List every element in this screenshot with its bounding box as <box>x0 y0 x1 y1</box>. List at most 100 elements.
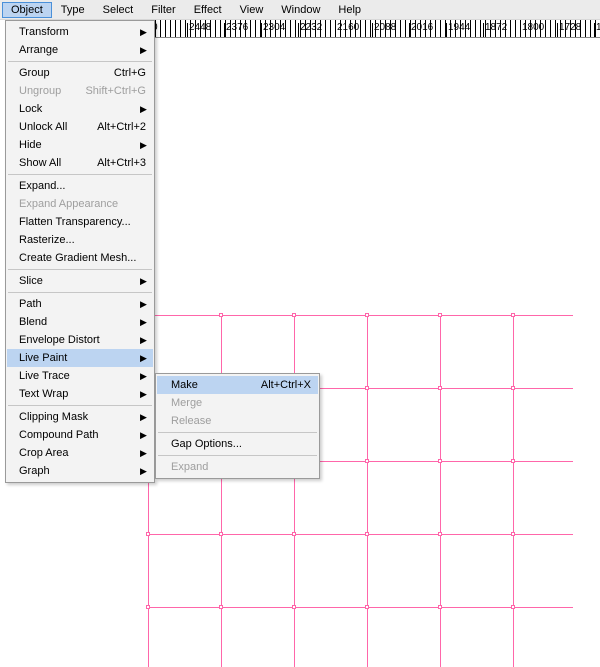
object-menu-item-path[interactable]: Path ▶ <box>7 295 153 313</box>
submenu-arrow-icon: ▶ <box>140 299 146 310</box>
object-menu-item-expand-appearance: Expand Appearance <box>7 195 153 213</box>
menu-item-label: Clipping Mask <box>19 411 135 423</box>
grid-anchor[interactable] <box>438 532 442 536</box>
grid-anchor[interactable] <box>365 532 369 536</box>
object-menu-item-flatten-transparency[interactable]: Flatten Transparency... <box>7 213 153 231</box>
menubar-item-object[interactable]: Object <box>2 2 52 18</box>
object-menu-item-graph[interactable]: Graph▶ <box>7 462 153 480</box>
grid-anchor[interactable] <box>511 532 515 536</box>
grid-anchor[interactable] <box>365 459 369 463</box>
grid-line <box>294 315 295 667</box>
grid-anchor[interactable] <box>219 532 223 536</box>
live-paint-item-gap-options[interactable]: Gap Options... <box>157 435 318 453</box>
menu-item-shortcut: Alt+Ctrl+3 <box>97 157 146 169</box>
grid-anchor[interactable] <box>438 459 442 463</box>
grid-anchor[interactable] <box>219 605 223 609</box>
ruler-label: 2448 <box>189 22 211 33</box>
grid-anchor[interactable] <box>292 605 296 609</box>
grid-anchor[interactable] <box>511 313 515 317</box>
grid-anchor[interactable] <box>511 459 515 463</box>
ruler-label: 2232 <box>300 22 322 33</box>
menu-item-label: Create Gradient Mesh... <box>19 252 146 264</box>
object-menu-item-envelope-distort[interactable]: Envelope Distort▶ <box>7 331 153 349</box>
grid-anchor[interactable] <box>146 532 150 536</box>
object-menu-item-unlock-all[interactable]: Unlock AllAlt+Ctrl+2 <box>7 118 153 136</box>
menu-item-label: Merge <box>171 397 311 409</box>
menu-item-label: Show All <box>19 157 93 169</box>
menubar-item-filter[interactable]: Filter <box>142 2 184 18</box>
object-menu-item-live-paint[interactable]: Live Paint▶ <box>7 349 153 367</box>
object-menu-item-group[interactable]: Group Ctrl+G <box>7 64 153 82</box>
menu-item-label: Ungroup <box>19 85 81 97</box>
menu-item-label: Transform <box>19 26 135 38</box>
grid-anchor[interactable] <box>438 605 442 609</box>
grid-anchor[interactable] <box>365 605 369 609</box>
menu-item-shortcut: Ctrl+G <box>114 67 146 79</box>
menu-item-shortcut: Alt+Ctrl+2 <box>97 121 146 133</box>
object-menu-item-arrange[interactable]: Arrange▶ <box>7 41 153 59</box>
ruler-label: 1944 <box>448 22 470 33</box>
ruler-label: 2304 <box>263 22 285 33</box>
menubar: ObjectTypeSelectFilterEffectViewWindowHe… <box>0 0 600 20</box>
object-menu-item-slice[interactable]: Slice▶ <box>7 272 153 290</box>
grid-anchor[interactable] <box>365 313 369 317</box>
menu-item-label: Compound Path <box>19 429 135 441</box>
submenu-arrow-icon: ▶ <box>140 276 146 287</box>
menu-item-label: Text Wrap <box>19 388 135 400</box>
ruler-label: 1728 <box>559 22 581 33</box>
grid-anchor[interactable] <box>292 532 296 536</box>
menu-item-label: Make <box>171 379 261 391</box>
menu-separator <box>8 269 152 270</box>
object-menu-item-show-all[interactable]: Show All Alt+Ctrl+3 <box>7 154 153 172</box>
ruler-label: 2016 <box>411 22 433 33</box>
object-menu-item-compound-path[interactable]: Compound Path▶ <box>7 426 153 444</box>
grid-line <box>148 315 573 316</box>
menubar-item-help[interactable]: Help <box>329 2 370 18</box>
live-paint-item-make[interactable]: MakeAlt+Ctrl+X <box>157 376 318 394</box>
menu-item-label: Lock <box>19 103 135 115</box>
submenu-arrow-icon: ▶ <box>140 104 146 115</box>
object-menu-item-expand[interactable]: Expand... <box>7 177 153 195</box>
object-menu-item-transform[interactable]: Transform ▶ <box>7 23 153 41</box>
grid-anchor[interactable] <box>219 313 223 317</box>
grid-line <box>148 534 573 535</box>
object-menu-item-blend[interactable]: Blend▶ <box>7 313 153 331</box>
grid-anchor[interactable] <box>438 313 442 317</box>
object-menu-item-live-trace[interactable]: Live Trace▶ <box>7 367 153 385</box>
menubar-item-view[interactable]: View <box>231 2 273 18</box>
menu-item-label: Envelope Distort <box>19 334 135 346</box>
object-menu-item-clipping-mask[interactable]: Clipping Mask▶ <box>7 408 153 426</box>
menu-item-label: Group <box>19 67 110 79</box>
menubar-item-effect[interactable]: Effect <box>185 2 231 18</box>
grid-anchor[interactable] <box>146 605 150 609</box>
submenu-arrow-icon: ▶ <box>140 448 146 459</box>
object-menu-item-text-wrap[interactable]: Text Wrap▶ <box>7 385 153 403</box>
submenu-arrow-icon: ▶ <box>140 371 146 382</box>
menu-separator <box>8 292 152 293</box>
grid-line <box>221 315 222 667</box>
menu-item-label: Expand <box>171 461 311 473</box>
ruler-label: 2160 <box>337 22 359 33</box>
menu-item-label: Hide <box>19 139 135 151</box>
object-menu-item-crop-area[interactable]: Crop Area▶ <box>7 444 153 462</box>
menubar-item-type[interactable]: Type <box>52 2 94 18</box>
menu-item-shortcut: Alt+Ctrl+X <box>261 379 311 391</box>
submenu-arrow-icon: ▶ <box>140 353 146 364</box>
menu-separator <box>158 432 317 433</box>
object-menu-item-lock[interactable]: Lock ▶ <box>7 100 153 118</box>
submenu-arrow-icon: ▶ <box>140 27 146 38</box>
menu-item-label: Rasterize... <box>19 234 146 246</box>
menubar-item-select[interactable]: Select <box>94 2 143 18</box>
menu-item-label: Path <box>19 298 135 310</box>
grid-anchor[interactable] <box>511 386 515 390</box>
grid-anchor[interactable] <box>511 605 515 609</box>
grid-anchor[interactable] <box>438 386 442 390</box>
object-menu-item-create-gradient-mesh[interactable]: Create Gradient Mesh... <box>7 249 153 267</box>
grid-anchor[interactable] <box>365 386 369 390</box>
object-menu-item-hide[interactable]: Hide▶ <box>7 136 153 154</box>
canvas-area[interactable] <box>150 38 600 600</box>
menubar-item-window[interactable]: Window <box>272 2 329 18</box>
object-menu-item-rasterize[interactable]: Rasterize... <box>7 231 153 249</box>
grid-anchor[interactable] <box>292 313 296 317</box>
menu-item-label: Expand Appearance <box>19 198 146 210</box>
